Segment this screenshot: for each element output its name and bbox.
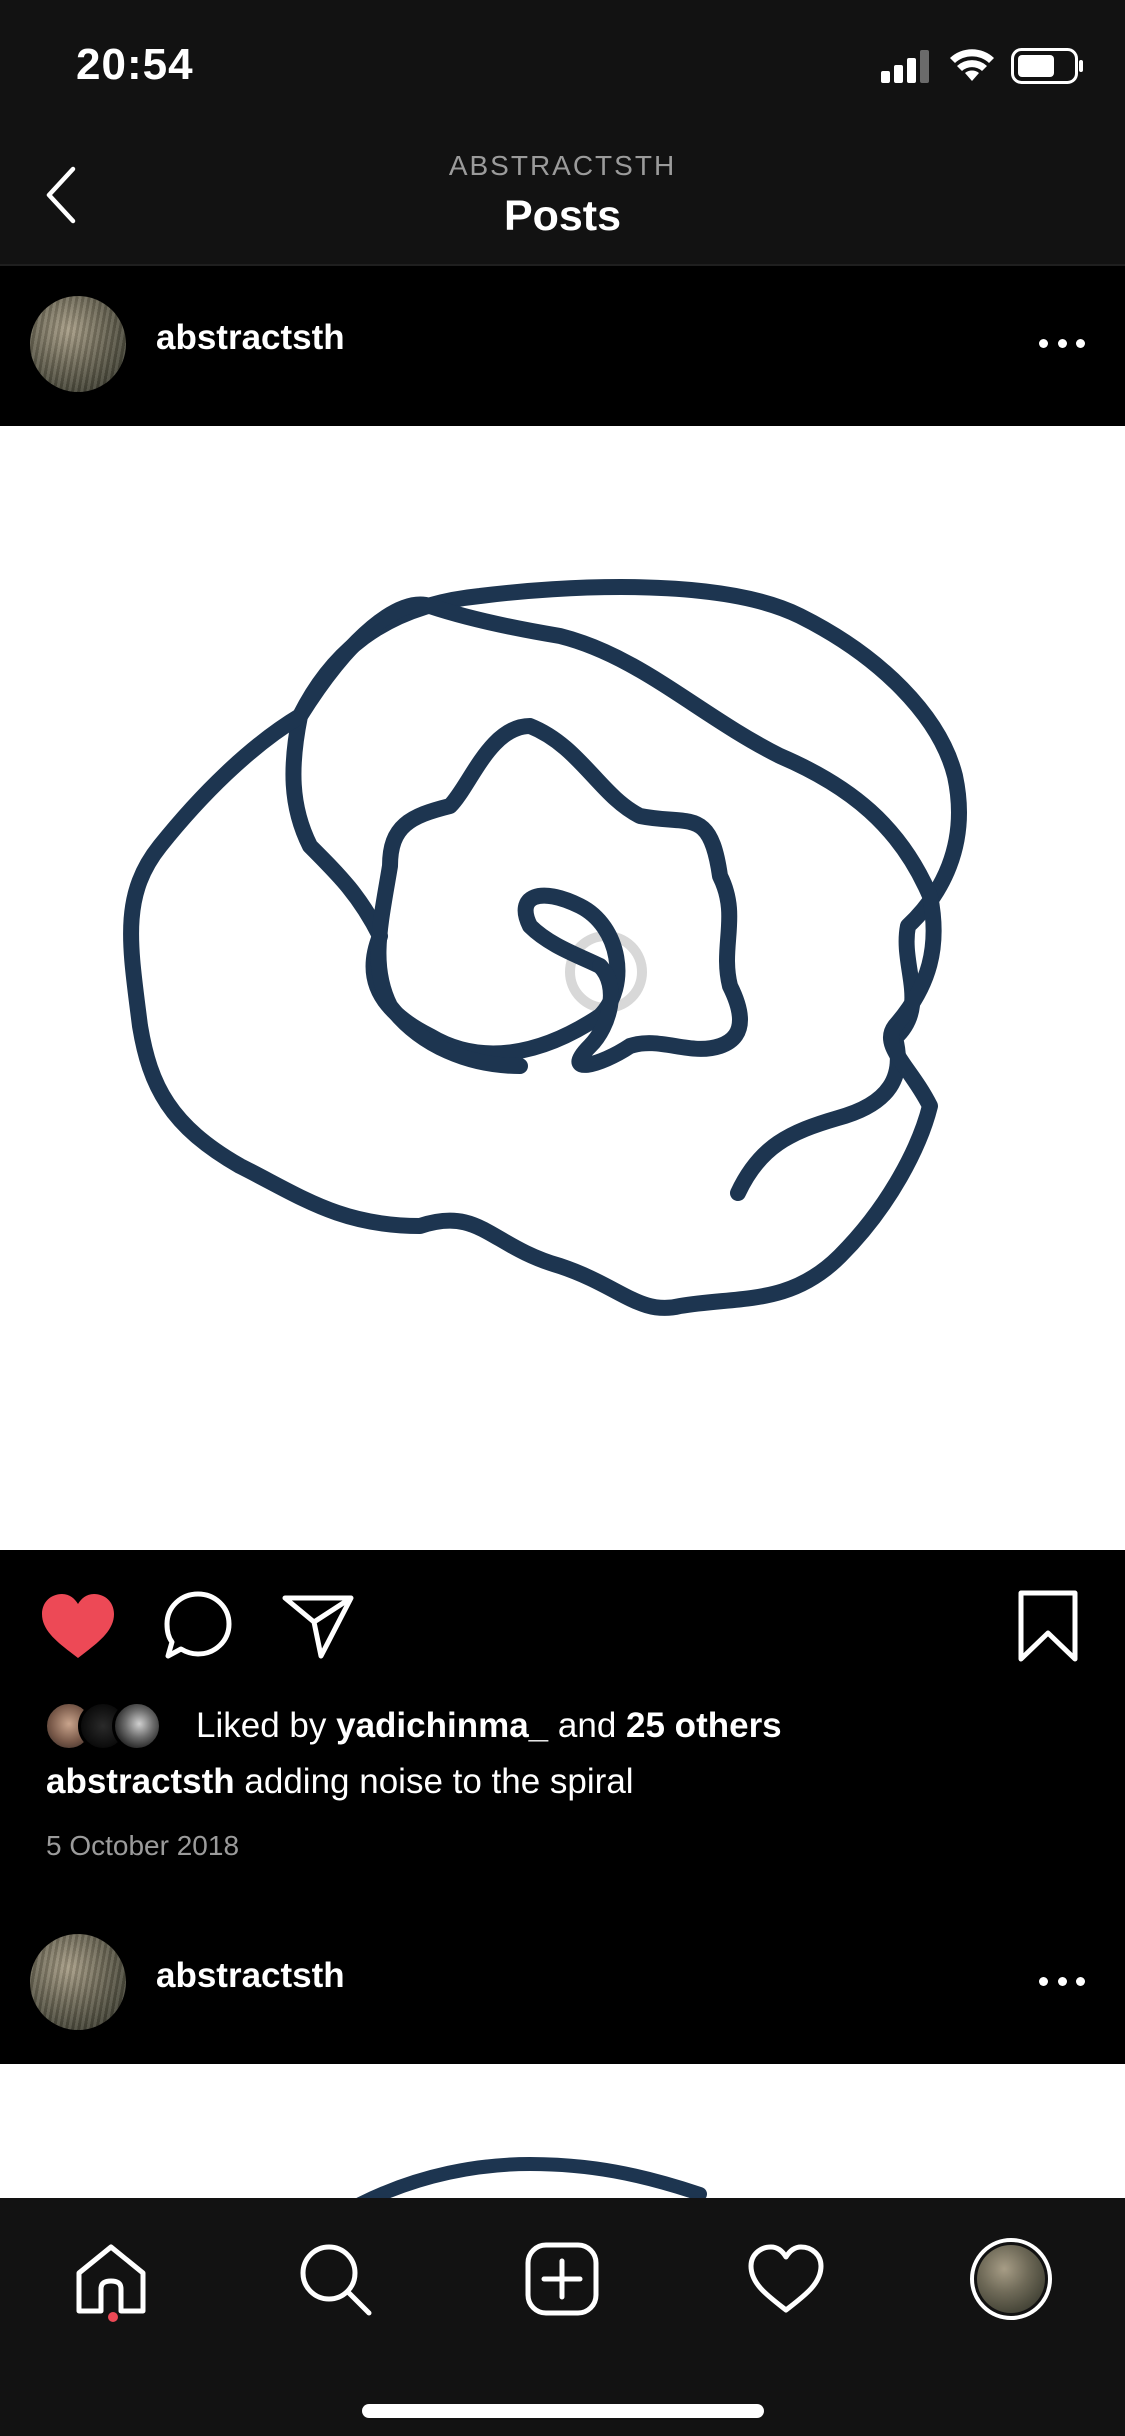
more-horizontal-icon <box>1039 1976 1048 1986</box>
heart-icon <box>42 1594 114 1658</box>
more-options-button[interactable] <box>1039 1966 1085 1996</box>
likes-text: Liked by yadichinma_ and 25 others <box>196 1706 782 1746</box>
post-image[interactable] <box>0 2064 1125 2198</box>
post-header: abstractsth <box>0 1904 1125 2064</box>
profile-icon <box>970 2238 1052 2320</box>
avatar[interactable] <box>30 1934 126 2030</box>
post-username[interactable]: abstractsth <box>156 318 345 358</box>
likes-summary[interactable]: Liked by yadichinma_ and 25 others <box>44 1698 782 1754</box>
post-header: abstractsth <box>0 266 1125 426</box>
bookmark-icon <box>1018 1590 1078 1662</box>
post-actions <box>0 1550 1125 1700</box>
nav-header: ABSTRACTSTH Posts <box>0 130 1125 266</box>
post-caption: abstractsth adding noise to the spiral <box>46 1762 634 1802</box>
new-post-icon <box>525 2242 599 2316</box>
activity-icon <box>748 2244 824 2313</box>
status-icons <box>881 47 1085 89</box>
tab-profile[interactable] <box>966 2234 1056 2324</box>
home-icon <box>76 2244 146 2314</box>
post-date: 5 October 2018 <box>46 1830 240 1861</box>
battery-icon <box>1011 47 1085 89</box>
likes-joiner: and <box>557 1706 617 1745</box>
profile-handle-subtitle: ABSTRACTSTH <box>448 150 677 181</box>
likes-count[interactable]: 25 others <box>626 1706 782 1745</box>
likes-prefix: Liked by <box>196 1706 327 1745</box>
liker-avatars <box>44 1698 176 1754</box>
tab-activity[interactable] <box>741 2234 831 2324</box>
liker-username[interactable]: yadichinma_ <box>336 1706 548 1745</box>
share-button[interactable] <box>278 1586 358 1666</box>
home-indicator[interactable] <box>362 2404 764 2418</box>
spiral-drawing <box>356 2156 707 2198</box>
caption-text: adding noise to the spiral <box>244 1762 634 1801</box>
avatar <box>112 1701 162 1751</box>
avatar[interactable] <box>30 296 126 392</box>
more-horizontal-icon <box>1039 338 1048 348</box>
more-options-button[interactable] <box>1039 328 1085 358</box>
instagram-posts-screen: 20:54 ABSTRACTSTH Posts abstractsth Like… <box>0 0 1125 2436</box>
save-button[interactable] <box>1008 1586 1088 1666</box>
post-username[interactable]: abstractsth <box>156 1956 345 1996</box>
wifi-icon <box>949 48 995 88</box>
like-button[interactable] <box>38 1586 118 1666</box>
cellular-signal-icon <box>881 49 933 88</box>
spiral-drawing <box>123 579 967 1316</box>
tab-new-post[interactable] <box>517 2234 607 2324</box>
tab-search[interactable] <box>290 2234 380 2324</box>
status-time: 20:54 <box>76 40 194 89</box>
page-title: Posts <box>503 192 622 240</box>
caption-username[interactable]: abstractsth <box>46 1762 235 1801</box>
active-tab-indicator <box>108 2312 118 2322</box>
tab-bar <box>0 2198 1125 2436</box>
post-image[interactable] <box>0 426 1125 1550</box>
comment-icon <box>164 1591 232 1659</box>
status-bar: 20:54 <box>0 0 1125 130</box>
tab-home[interactable] <box>66 2234 156 2324</box>
search-icon <box>300 2244 372 2316</box>
share-icon <box>282 1595 354 1659</box>
comment-button[interactable] <box>158 1586 238 1666</box>
